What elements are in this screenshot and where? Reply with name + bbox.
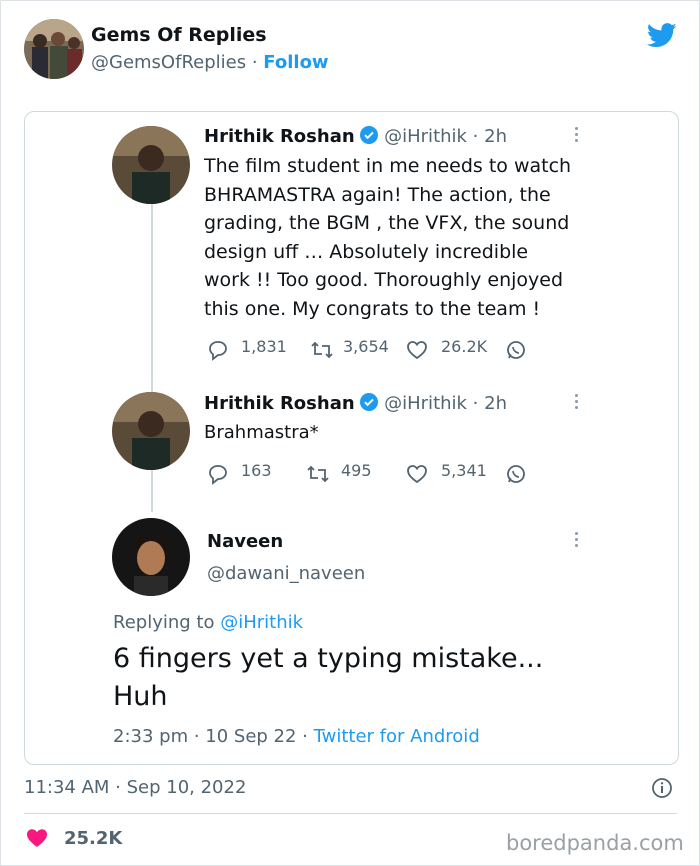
embedded-screenshot: Hrithik Roshan @iHrithik · 2h The film s… bbox=[24, 111, 679, 765]
reply-icon[interactable] bbox=[206, 463, 230, 489]
heart-icon[interactable] bbox=[25, 827, 49, 849]
reply-text-line: 6 fingers yet a typing mistake... bbox=[113, 643, 544, 674]
tweet-1-handle[interactable]: @iHrithik · 2h bbox=[384, 126, 507, 147]
retweet-count: 495 bbox=[341, 461, 372, 480]
tweet-text-line: design uff … Absolutely incredible bbox=[204, 240, 529, 263]
twitter-bird-icon[interactable] bbox=[646, 23, 677, 47]
tweet-text-line: this one. My congrats to the team ! bbox=[204, 297, 541, 320]
reply-icon[interactable] bbox=[206, 339, 230, 365]
tweet-2-text: Brahmastra* bbox=[204, 422, 319, 443]
reply-text: 6 fingers yet a typing mistake... Huh bbox=[113, 640, 543, 716]
like-icon[interactable] bbox=[405, 339, 429, 365]
thread-line bbox=[151, 204, 153, 392]
like-count: 26.2K bbox=[441, 337, 488, 356]
follow-separator: · bbox=[251, 52, 258, 73]
tweet-text-line: work !! Too good. Thoroughly enjoyed bbox=[204, 269, 564, 291]
reply-source[interactable]: Twitter for Android bbox=[314, 726, 480, 747]
reply-count: 163 bbox=[241, 461, 272, 480]
whatsapp-share-icon[interactable] bbox=[505, 463, 527, 489]
retweet-icon[interactable] bbox=[309, 339, 335, 365]
account-name[interactable]: Gems Of Replies bbox=[91, 24, 267, 46]
replying-to-label: Replying to bbox=[113, 612, 215, 633]
more-options-icon[interactable] bbox=[575, 532, 579, 550]
info-icon[interactable] bbox=[651, 777, 673, 799]
reply-text-line: Huh bbox=[113, 681, 168, 712]
tweet-2-author[interactable]: Hrithik Roshan bbox=[204, 393, 355, 414]
tweet-1-actions: 1,831 3,654 26.2K bbox=[25, 337, 678, 361]
more-options-icon[interactable] bbox=[575, 394, 579, 412]
hrithik-avatar[interactable] bbox=[112, 126, 190, 204]
gems-of-replies-avatar[interactable] bbox=[24, 19, 84, 79]
tweet-text-line: grading, the BGM , the VFX, the sound bbox=[204, 212, 570, 234]
retweet-icon[interactable] bbox=[305, 463, 331, 489]
tweet-embed-card: Gems Of Replies @GemsOfReplies · Follow … bbox=[0, 0, 700, 866]
like-count: 5,341 bbox=[441, 461, 487, 480]
reply-handle[interactable]: @dawani_naveen bbox=[207, 563, 365, 584]
tweet-1-text: The film student in me needs to watch BH… bbox=[204, 152, 571, 323]
like-total: 25.2K bbox=[64, 828, 123, 849]
boredpanda-watermark: boredpanda.com bbox=[506, 831, 684, 855]
follow-link[interactable]: Follow bbox=[263, 52, 328, 73]
replying-to-row: Replying to @iHrithik bbox=[113, 612, 303, 633]
more-options-icon[interactable] bbox=[575, 127, 579, 145]
account-handle[interactable]: @GemsOfReplies bbox=[91, 52, 246, 73]
verified-badge-icon bbox=[360, 393, 379, 416]
retweet-count: 3,654 bbox=[343, 337, 389, 356]
tweet-text-line: Brahmastra* bbox=[204, 422, 319, 443]
reply-time-date: 2:33 pm · 10 Sep 22 · bbox=[113, 726, 308, 747]
whatsapp-share-icon[interactable] bbox=[505, 339, 527, 365]
reply-count: 1,831 bbox=[241, 337, 287, 356]
account-handle-row: @GemsOfReplies · Follow bbox=[91, 52, 329, 73]
naveen-avatar[interactable] bbox=[112, 518, 190, 596]
footer-divider bbox=[24, 813, 677, 814]
tweet-2-actions: 163 495 5,341 bbox=[25, 461, 678, 485]
tweet-text-line: The film student in me needs to watch bbox=[204, 155, 572, 177]
tweet-1-author[interactable]: Hrithik Roshan bbox=[204, 126, 355, 147]
tweet-2-header: Hrithik Roshan @iHrithik · 2h bbox=[204, 393, 507, 416]
hrithik-avatar[interactable] bbox=[112, 392, 190, 470]
tweet-1-header: Hrithik Roshan @iHrithik · 2h bbox=[204, 126, 507, 149]
tweet-text-line: BHRAMASTRA again! The action, the bbox=[204, 183, 551, 206]
verified-badge-icon bbox=[360, 126, 379, 149]
tweet-2-handle[interactable]: @iHrithik · 2h bbox=[384, 393, 507, 414]
replying-to-handle[interactable]: @iHrithik bbox=[220, 612, 303, 633]
reply-author[interactable]: Naveen bbox=[207, 531, 283, 552]
like-icon[interactable] bbox=[405, 463, 429, 489]
reply-meta-row: 2:33 pm · 10 Sep 22 · Twitter for Androi… bbox=[113, 726, 480, 747]
tweet-timestamp[interactable]: 11:34 AM · Sep 10, 2022 bbox=[24, 777, 246, 798]
